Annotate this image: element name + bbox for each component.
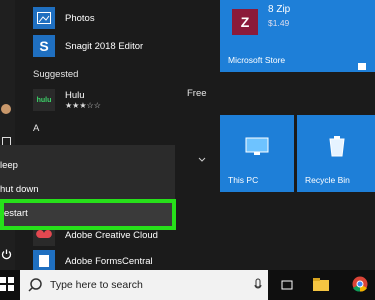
restart-option[interactable]: estart: [0, 199, 176, 230]
menu-label: leep: [0, 159, 18, 171]
suggested-heading: Suggested: [33, 69, 79, 80]
app-snagit[interactable]: S Snagit 2018 Editor: [33, 32, 143, 60]
formscentral-icon: [33, 250, 55, 272]
tiles-area: Z 8 Zip $1.49 Microsoft Store This PC Re…: [215, 0, 375, 270]
snagit-icon: S: [33, 35, 55, 57]
search-placeholder: Type here to search: [50, 279, 143, 291]
user-avatar-icon[interactable]: [0, 102, 12, 116]
sleep-option[interactable]: leep: [0, 153, 175, 177]
chrome-icon[interactable]: [352, 276, 368, 297]
tile-label: This PC: [228, 175, 259, 185]
app-label: Snagit 2018 Editor: [65, 40, 144, 52]
monitor-icon: [245, 137, 269, 162]
8zip-icon: Z: [232, 9, 258, 35]
task-view-icon[interactable]: [280, 278, 294, 297]
taskbar: Type here to search: [0, 270, 375, 300]
app-label: Hulu: [65, 90, 85, 101]
tile-price: $1.49: [268, 18, 290, 28]
search-input[interactable]: Type here to search: [20, 270, 268, 300]
section-letter-a[interactable]: A: [33, 123, 39, 134]
search-icon: [28, 278, 42, 297]
windows-start-icon[interactable]: [0, 277, 16, 293]
app-label: Adobe Creative Cloud: [65, 229, 158, 241]
app-hulu[interactable]: hulu Hulu ★★★☆☆: [33, 86, 101, 114]
tile-recycle-bin[interactable]: Recycle Bin: [297, 115, 375, 192]
price-label: Free: [187, 88, 207, 99]
tile-8zip[interactable]: Z 8 Zip $1.49 Microsoft Store: [220, 0, 375, 72]
rating-stars: ★★★☆☆: [65, 101, 101, 110]
store-bag-icon: [357, 57, 367, 70]
menu-label: estart: [4, 208, 28, 219]
hulu-icon: hulu: [33, 89, 55, 111]
app-photos[interactable]: Photos: [33, 4, 95, 32]
photos-icon: [33, 7, 55, 29]
tile-title: 8 Zip: [268, 4, 291, 15]
power-icon[interactable]: [0, 247, 12, 261]
microphone-icon[interactable]: [254, 278, 262, 297]
tile-this-pc[interactable]: This PC: [220, 115, 294, 192]
file-explorer-icon[interactable]: [313, 277, 329, 296]
recycle-bin-icon: [328, 135, 346, 162]
chevron-down-icon[interactable]: [198, 150, 206, 162]
app-label: Adobe FormsCentral: [65, 255, 153, 267]
app-label: Photos: [65, 12, 95, 24]
tile-label: Microsoft Store: [228, 55, 286, 65]
shutdown-option[interactable]: hut down: [0, 177, 175, 201]
tile-label: Recycle Bin: [305, 175, 350, 185]
menu-label: hut down: [0, 183, 39, 195]
